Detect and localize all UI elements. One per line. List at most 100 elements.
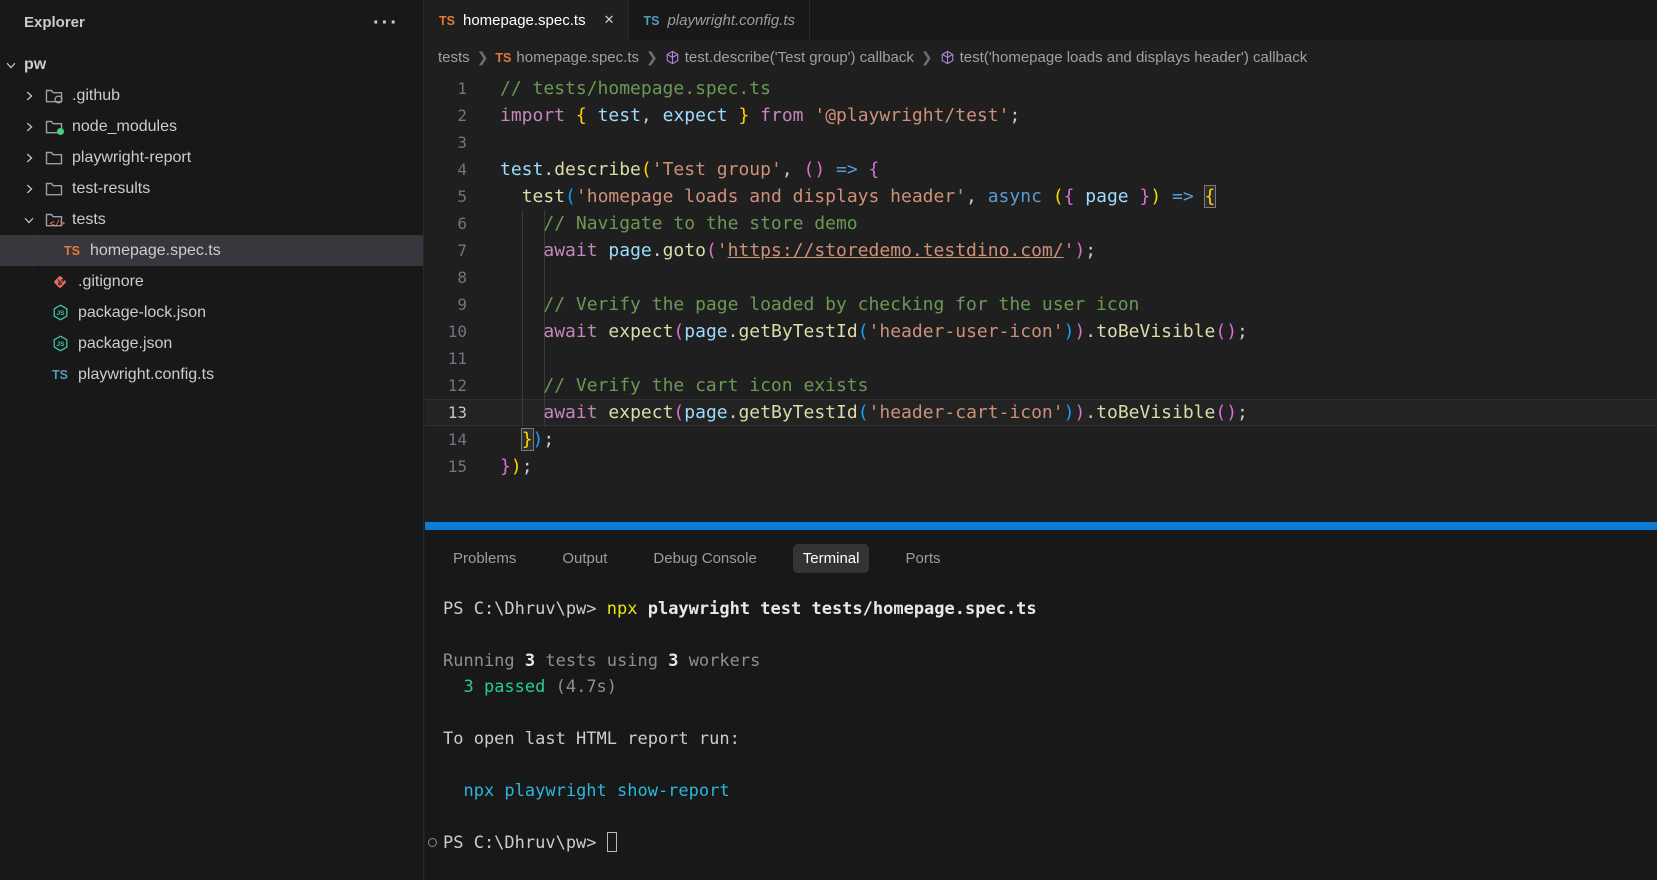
breadcrumb-item[interactable]: TShomepage.spec.ts [495, 49, 639, 66]
panel-tab-output[interactable]: Output [552, 544, 617, 573]
line-number: 1 [425, 75, 467, 102]
code-token: '@playwright/test' [814, 105, 1009, 126]
code-token [804, 105, 815, 126]
terminal-text: To open last HTML report run: [443, 729, 740, 749]
breadcrumb-label: homepage.spec.ts [516, 49, 639, 66]
code-token: () [803, 159, 825, 180]
code-line-content: }); [500, 453, 533, 480]
code-token [1194, 186, 1205, 207]
code-token: // tests/homepage.spec.ts [500, 78, 771, 99]
ts-blue-icon: TS [643, 12, 659, 29]
terminal[interactable]: PS C:\Dhruv\pw> npx playwright test test… [443, 596, 1037, 856]
code-token: . [728, 321, 739, 342]
breadcrumb-label: test.describe('Test group') callback [685, 49, 914, 66]
terminal-line [443, 700, 1037, 726]
panel-resize-sash[interactable] [425, 522, 1657, 530]
code-token: , [966, 186, 988, 207]
code-token: test [522, 186, 565, 207]
tree-item-tests[interactable]: </>tests [0, 204, 423, 235]
close-icon[interactable]: ✕ [604, 12, 615, 28]
code-token: 'header-cart-icon' [869, 402, 1064, 423]
panel-tab-problems[interactable]: Problems [443, 544, 526, 573]
code-line-content: await expect(page.getByTestId('header-us… [500, 318, 1248, 345]
code-token: goto [663, 240, 706, 261]
terminal-line: PS C:\Dhruv\pw> npx playwright test test… [443, 596, 1037, 622]
breadcrumb-item[interactable]: tests [438, 49, 470, 66]
tab-label: homepage.spec.ts [463, 12, 586, 29]
command-decoration-icon[interactable] [428, 838, 437, 847]
code-editor[interactable]: 1// tests/homepage.spec.ts2import { test… [425, 75, 1657, 522]
tree-item-playwright-report[interactable]: playwright-report [0, 142, 423, 173]
line-number: 6 [425, 210, 467, 237]
code-link[interactable]: https://storedemo.testdino.com/ [728, 240, 1064, 261]
code-line-12: 12 // Verify the cart icon exists [425, 372, 1657, 399]
code-token: . [1085, 402, 1096, 423]
code-token: } [1139, 186, 1150, 207]
tab-homepage-spec-ts[interactable]: TShomepage.spec.ts✕ [425, 0, 629, 40]
code-token: ) [1074, 240, 1085, 261]
tree-item-pw[interactable]: pw [0, 49, 423, 80]
code-token: describe [554, 159, 641, 180]
tree-item-playwright-config-ts[interactable]: TSplaywright.config.ts [0, 359, 423, 390]
panel-tab-debug-console[interactable]: Debug Console [643, 544, 766, 573]
tree-item-label: package.json [78, 335, 172, 353]
code-token: { [869, 159, 880, 180]
tab-label: playwright.config.ts [667, 12, 795, 29]
code-line-11: 11 [425, 345, 1657, 372]
code-token: . [728, 402, 739, 423]
breadcrumb-item[interactable]: test.describe('Test group') callback [665, 49, 914, 66]
code-line-7: 7 await page.goto('https://storedemo.tes… [425, 237, 1657, 264]
tree-item-label: .github [72, 87, 120, 105]
ts-orange-icon: TS [62, 241, 82, 261]
code-line-content: await page.goto('https://storedemo.testd… [500, 237, 1096, 264]
tree-item-node-modules[interactable]: node_modules [0, 111, 423, 142]
code-token [598, 240, 609, 261]
terminal-line: 3 passed (4.7s) [443, 674, 1037, 700]
breadcrumb-item[interactable]: test('homepage loads and displays header… [940, 49, 1308, 66]
code-line-content: // tests/homepage.spec.ts [500, 75, 771, 102]
terminal-text [443, 781, 463, 801]
tree-item-package-json[interactable]: JS package.json [0, 328, 423, 359]
tree-item-homepage-spec-ts[interactable]: TShomepage.spec.ts [0, 235, 423, 266]
tree-item--github[interactable]: .github [0, 80, 423, 111]
code-token: getByTestId [738, 321, 857, 342]
folder-icon [44, 179, 64, 199]
code-token: ; [1237, 321, 1248, 342]
code-token: ( [1215, 402, 1226, 423]
code-line-content: }); [500, 426, 554, 453]
json-icon: JS [50, 303, 70, 323]
code-line-9: 9 // Verify the page loaded by checking … [425, 291, 1657, 318]
json-icon: JS [50, 334, 70, 354]
tree-item-test-results[interactable]: test-results [0, 173, 423, 204]
code-token: ) [1074, 402, 1085, 423]
panel-tab-terminal[interactable]: Terminal [793, 544, 870, 573]
terminal-line [443, 804, 1037, 830]
more-actions-icon[interactable]: ··· [373, 18, 399, 28]
tab-playwright-config-ts[interactable]: TS playwright.config.ts [629, 0, 810, 40]
code-token: . [652, 240, 663, 261]
code-line-content: // Verify the cart icon exists [500, 372, 868, 399]
editor-tabbar: TS homepage.spec.ts ✕ TS playwright.config.t… [425, 0, 1657, 40]
line-number: 3 [425, 129, 467, 156]
code-line-3: 3 [425, 129, 1657, 156]
code-line-1: 1 // tests/homepage.spec.ts [425, 75, 1657, 102]
tree-item-label: .gitignore [78, 273, 144, 291]
code-token [1161, 186, 1172, 207]
chevron-right-icon [20, 88, 38, 104]
tree-item--gitignore[interactable]: .gitignore [0, 266, 423, 297]
tree-item-label: test-results [72, 180, 150, 198]
code-token [825, 159, 836, 180]
panel-tab-ports[interactable]: Ports [895, 544, 950, 573]
tree-item-label: node_modules [72, 118, 177, 136]
code-token [598, 321, 609, 342]
code-token [565, 105, 576, 126]
code-token: ' [717, 240, 728, 261]
code-line-8: 8 [425, 264, 1657, 291]
code-token: ( [673, 402, 684, 423]
tree-item-package-lock-json[interactable]: JSpackage-lock.json [0, 297, 423, 328]
terminal-text: 3 [668, 651, 678, 671]
git-icon [50, 272, 70, 292]
code-line-10: 10 await expect(page.getByTestId('header… [425, 318, 1657, 345]
breadcrumb-label: tests [438, 49, 470, 66]
line-number: 15 [425, 453, 467, 480]
